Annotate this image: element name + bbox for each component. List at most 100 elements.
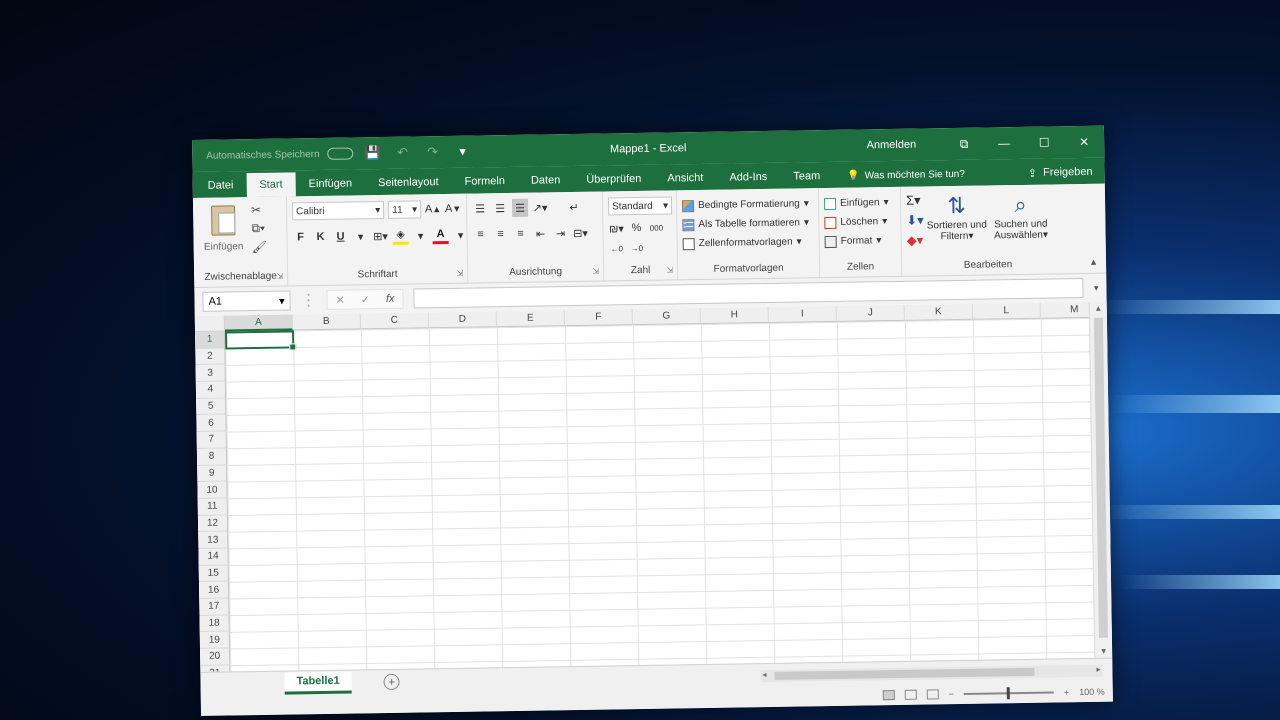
bold-button[interactable]: F <box>292 228 308 246</box>
increase-font-icon[interactable]: A ▲ <box>425 200 442 218</box>
row-header[interactable]: 20 <box>199 648 231 666</box>
column-header[interactable]: E <box>496 310 565 328</box>
delete-cells-button[interactable]: Löschen ▾ <box>824 212 895 232</box>
paste-button[interactable]: Einfügen <box>198 203 249 269</box>
column-header[interactable]: B <box>292 313 361 331</box>
decrease-font-icon[interactable]: A ▼ <box>445 200 462 218</box>
decrease-decimal-icon[interactable]: →0 <box>629 239 645 257</box>
tell-me-box[interactable]: 💡 Was möchten Sie tun? <box>847 162 965 188</box>
clear-icon[interactable]: ◆▾ <box>907 233 925 249</box>
dialog-launcher-icon[interactable]: ⇲ <box>592 267 599 276</box>
row-header[interactable]: 14 <box>198 548 229 566</box>
align-left-icon[interactable]: ≡ <box>472 225 488 243</box>
sign-in-link[interactable]: Anmelden <box>867 139 917 152</box>
add-sheet-icon[interactable]: + <box>383 673 400 690</box>
align-bottom-icon[interactable]: ☰ <box>511 198 529 217</box>
column-header[interactable]: F <box>564 309 633 327</box>
column-header[interactable]: K <box>904 303 973 321</box>
scroll-down-icon[interactable]: ▼ <box>1095 647 1112 656</box>
accounting-format-icon[interactable]: ₪▾ <box>608 219 624 237</box>
tab-data[interactable]: Daten <box>518 168 574 193</box>
row-header[interactable]: 15 <box>198 565 229 583</box>
row-header[interactable]: 16 <box>198 581 230 599</box>
vertical-scroll-thumb[interactable] <box>1093 317 1108 638</box>
autosum-icon[interactable]: Σ▾ <box>906 193 924 209</box>
italic-button[interactable]: K <box>312 228 328 246</box>
close-icon[interactable]: ✕ <box>1064 126 1104 159</box>
wrap-text-icon[interactable]: ↵ <box>566 198 582 216</box>
font-name-combo[interactable]: Calibri ▾ <box>291 200 385 221</box>
row-header[interactable]: 9 <box>197 464 228 483</box>
tab-review[interactable]: Überprüfen <box>573 167 654 192</box>
maximize-icon[interactable]: ☐ <box>1024 126 1064 159</box>
underline-options-icon[interactable]: ▾ <box>352 227 368 245</box>
zoom-level[interactable]: 100 % <box>1079 687 1105 697</box>
minimize-icon[interactable]: — <box>984 127 1024 160</box>
row-header[interactable]: 8 <box>196 448 228 466</box>
row-header[interactable]: 10 <box>197 481 228 499</box>
format-painter-icon[interactable]: 🖌 <box>252 240 267 254</box>
increase-decimal-icon[interactable]: ←0 <box>609 239 625 257</box>
tab-page-layout[interactable]: Seitenlayout <box>365 170 452 195</box>
row-header[interactable]: 17 <box>199 598 230 616</box>
borders-icon[interactable]: ⊞▾ <box>372 227 388 245</box>
percent-style-button[interactable]: % <box>628 219 644 237</box>
format-cells-button[interactable]: Format ▾ <box>824 231 896 251</box>
row-header[interactable]: 18 <box>199 615 230 633</box>
column-header[interactable]: J <box>836 304 905 322</box>
undo-icon[interactable]: ↶ <box>392 145 414 161</box>
align-center-icon[interactable]: ≡ <box>492 225 508 243</box>
page-layout-view-icon[interactable] <box>904 689 917 700</box>
zoom-in-icon[interactable]: + <box>1064 687 1069 697</box>
share-button[interactable]: ⇪ Freigeben <box>1028 160 1093 185</box>
number-format-combo[interactable]: Standard ▾ <box>607 196 673 216</box>
increase-indent-icon[interactable]: ⇥ <box>552 224 568 242</box>
active-cell-selection[interactable] <box>225 330 295 350</box>
normal-view-icon[interactable] <box>882 690 895 701</box>
horizontal-scrollbar[interactable]: ◂ ▸ <box>760 664 1103 683</box>
select-all-corner[interactable] <box>194 315 226 332</box>
ribbon-display-options-icon[interactable]: ⧉ <box>944 128 984 161</box>
fill-color-options-icon[interactable]: ▾ <box>412 226 428 244</box>
row-header[interactable]: 4 <box>195 381 227 399</box>
tab-home[interactable]: Start <box>246 172 296 198</box>
orientation-icon[interactable]: ↗▾ <box>532 198 548 216</box>
row-header[interactable]: 6 <box>196 414 227 433</box>
row-header[interactable]: 12 <box>197 515 229 533</box>
dialog-launcher-icon[interactable]: ⇲ <box>276 272 283 281</box>
column-header[interactable]: A <box>224 314 294 332</box>
row-header[interactable]: 7 <box>196 431 227 449</box>
column-header[interactable]: D <box>428 311 497 329</box>
font-color-options-icon[interactable]: ▾ <box>452 226 468 244</box>
copy-icon[interactable]: ⧉▾ <box>251 221 266 236</box>
sheet-tab[interactable]: Tabelle1 <box>284 671 352 695</box>
row-header[interactable]: 11 <box>197 498 228 516</box>
column-header[interactable]: H <box>700 306 769 325</box>
zoom-out-icon[interactable]: − <box>949 689 954 699</box>
insert-cells-button[interactable]: Einfügen ▾ <box>823 193 895 213</box>
tab-formulas[interactable]: Formeln <box>451 169 518 194</box>
dialog-launcher-icon[interactable]: ⇲ <box>456 269 463 278</box>
cell-grid[interactable] <box>225 317 1095 672</box>
underline-button[interactable]: U <box>332 228 348 246</box>
dialog-launcher-icon[interactable]: ⇲ <box>666 265 673 274</box>
column-header[interactable]: I <box>768 305 837 323</box>
fill-color-icon[interactable]: ◈ <box>392 226 409 245</box>
comma-style-button[interactable]: 000 <box>648 219 664 237</box>
tab-team[interactable]: Team <box>780 164 833 189</box>
align-middle-icon[interactable]: ☰ <box>492 199 508 217</box>
sheet-nav-arrows[interactable] <box>201 683 285 684</box>
tab-insert[interactable]: Einfügen <box>295 171 365 196</box>
cut-icon[interactable]: ✂ <box>251 203 266 217</box>
align-top-icon[interactable]: ☰ <box>472 199 488 217</box>
autosave-toggle[interactable] <box>327 147 354 160</box>
row-header[interactable]: 1 <box>195 331 226 349</box>
scroll-left-icon[interactable]: ◂ <box>762 670 766 679</box>
collapse-ribbon-icon[interactable]: ▲ <box>1089 257 1098 267</box>
row-header[interactable]: 2 <box>195 348 226 366</box>
find-select-button[interactable]: ⌕ Suchen und Auswählen▾ <box>989 191 1052 257</box>
save-icon[interactable]: 💾 <box>362 145 384 161</box>
expand-formula-bar-icon[interactable]: ▾ <box>1094 282 1099 293</box>
row-header[interactable]: 13 <box>198 531 229 549</box>
column-header[interactable]: C <box>360 312 429 330</box>
